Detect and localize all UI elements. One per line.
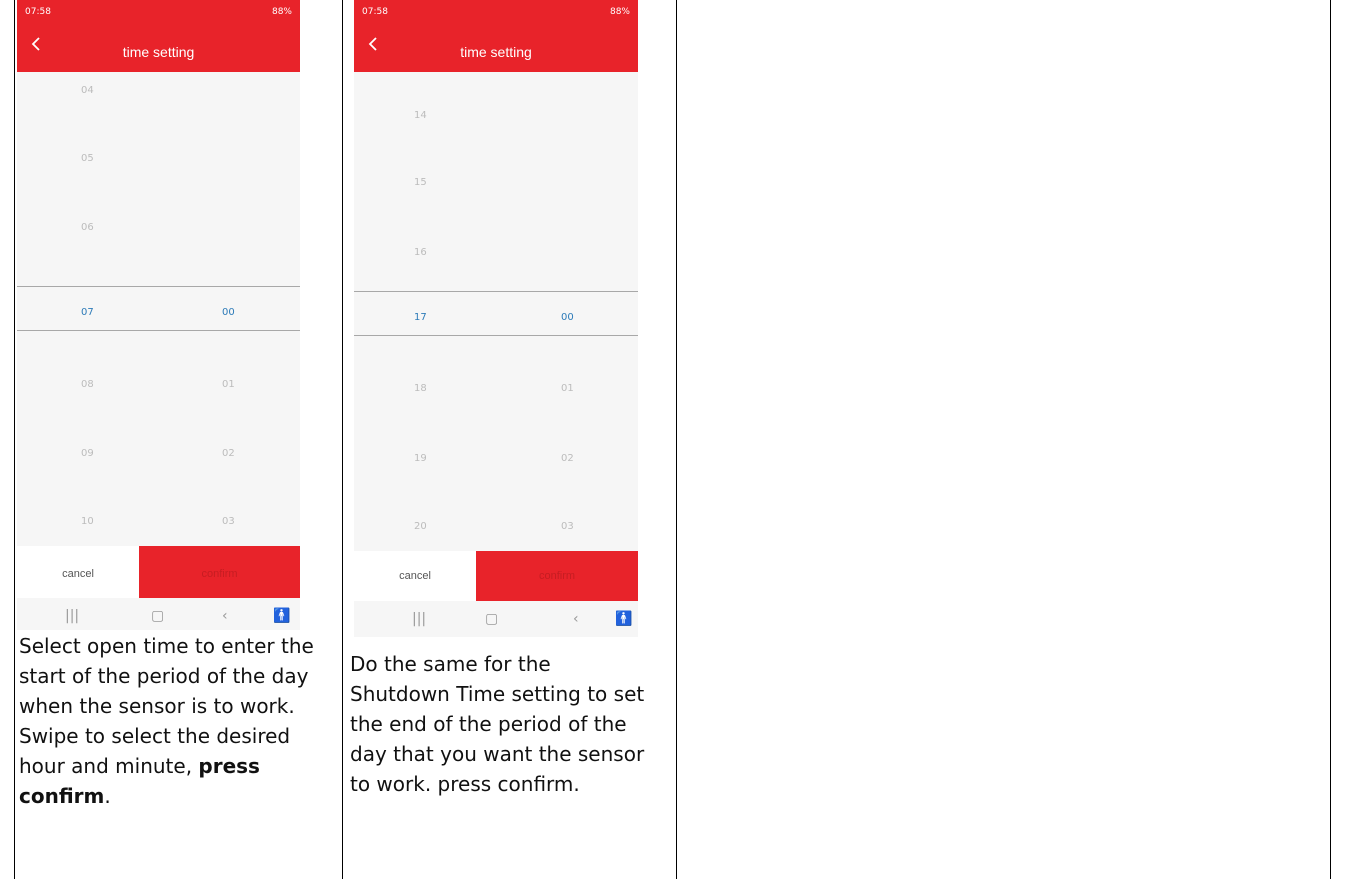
hour-value: 08 [81,379,94,390]
recents-icon[interactable]: ||| [412,611,426,627]
picker-row: 18 01 [354,370,638,410]
cancel-button[interactable]: cancel [17,546,139,602]
home-icon[interactable]: ▢ [151,608,164,624]
hour-value: 18 [414,383,427,394]
app-header: 07:58 88% time setting [17,0,300,72]
table-border-mid1 [342,0,343,879]
status-battery: 88% [609,7,630,17]
minute-value: 03 [561,521,574,532]
time-picker[interactable]: 04 05 06 07 00 08 01 09 02 10 03 [17,72,300,546]
picker-row: 08 01 [17,366,300,406]
confirm-button[interactable]: confirm [139,546,300,602]
minute-value: 01 [222,379,235,390]
picker-row: 06 [17,209,300,249]
hour-value: 16 [414,247,427,258]
selection-bottom-line [354,335,638,336]
dialog-buttons: cancel confirm [17,546,300,602]
picker-row-selected: 07 00 [17,294,300,334]
instruction-caption-1: Select open time to enter the start of t… [19,634,314,808]
hour-value: 09 [81,448,94,459]
table-border-mid2 [676,0,677,879]
time-picker[interactable]: 14 15 16 17 00 18 01 19 02 20 03 [354,72,638,551]
cancel-button[interactable]: cancel [354,551,476,601]
hour-value: 19 [414,453,427,464]
status-time: 07:58 [362,7,388,17]
android-nav-bar: ||| ▢ ‹ 🚹 [354,601,638,637]
picker-row: 19 02 [354,440,638,480]
hour-value: 14 [414,110,427,121]
confirm-button[interactable]: confirm [476,551,638,601]
picker-row: 05 [17,140,300,180]
status-time: 07:58 [25,7,51,17]
page-title: time setting [122,44,195,60]
hour-value: 15 [414,177,427,188]
recents-icon[interactable]: ||| [65,608,79,624]
hour-value: 20 [414,521,427,532]
hour-value: 04 [81,85,94,96]
phone-screen-1: 07:58 88% time setting 04 05 06 07 00 08… [17,0,300,630]
minute-selected: 00 [561,312,574,323]
home-icon[interactable]: ▢ [485,611,498,627]
hour-value: 10 [81,516,94,527]
hour-selected: 07 [81,307,94,318]
table-border-left [14,0,15,879]
picker-row: 15 [354,164,638,204]
picker-row: 09 02 [17,435,300,475]
picker-row-selected: 17 00 [354,299,638,339]
minute-value: 01 [561,383,574,394]
minute-value: 03 [222,516,235,527]
accessibility-icon[interactable]: 🚹 [615,611,632,627]
status-battery: 88% [271,7,292,17]
minute-selected: 00 [222,307,235,318]
picker-row: 20 03 [354,508,638,548]
hour-value: 06 [81,222,94,233]
picker-row: 16 [354,234,638,274]
minute-value: 02 [561,453,574,464]
instruction-caption-2: Do the same for the Shutdown Time settin… [350,652,645,796]
table-border-right [1330,0,1331,879]
phone-screen-2: 07:58 88% time setting 14 15 16 17 00 18… [354,0,638,637]
picker-row: 10 03 [17,503,300,543]
back-icon[interactable]: ‹ [573,611,579,627]
selection-top-line [17,286,300,287]
accessibility-icon[interactable]: 🚹 [273,608,290,624]
hour-selected: 17 [414,312,427,323]
page-title: time setting [460,44,532,60]
minute-value: 02 [222,448,235,459]
picker-row: 04 [17,72,300,112]
selection-bottom-line [17,330,300,331]
selection-top-line [354,291,638,292]
dialog-buttons: cancel confirm [354,551,638,601]
back-icon[interactable]: ‹ [222,608,228,624]
app-header: 07:58 88% time setting [354,0,638,72]
hour-value: 05 [81,153,94,164]
android-nav-bar: ||| ▢ ‹ 🚹 [17,598,300,630]
picker-row: 14 [354,97,638,137]
